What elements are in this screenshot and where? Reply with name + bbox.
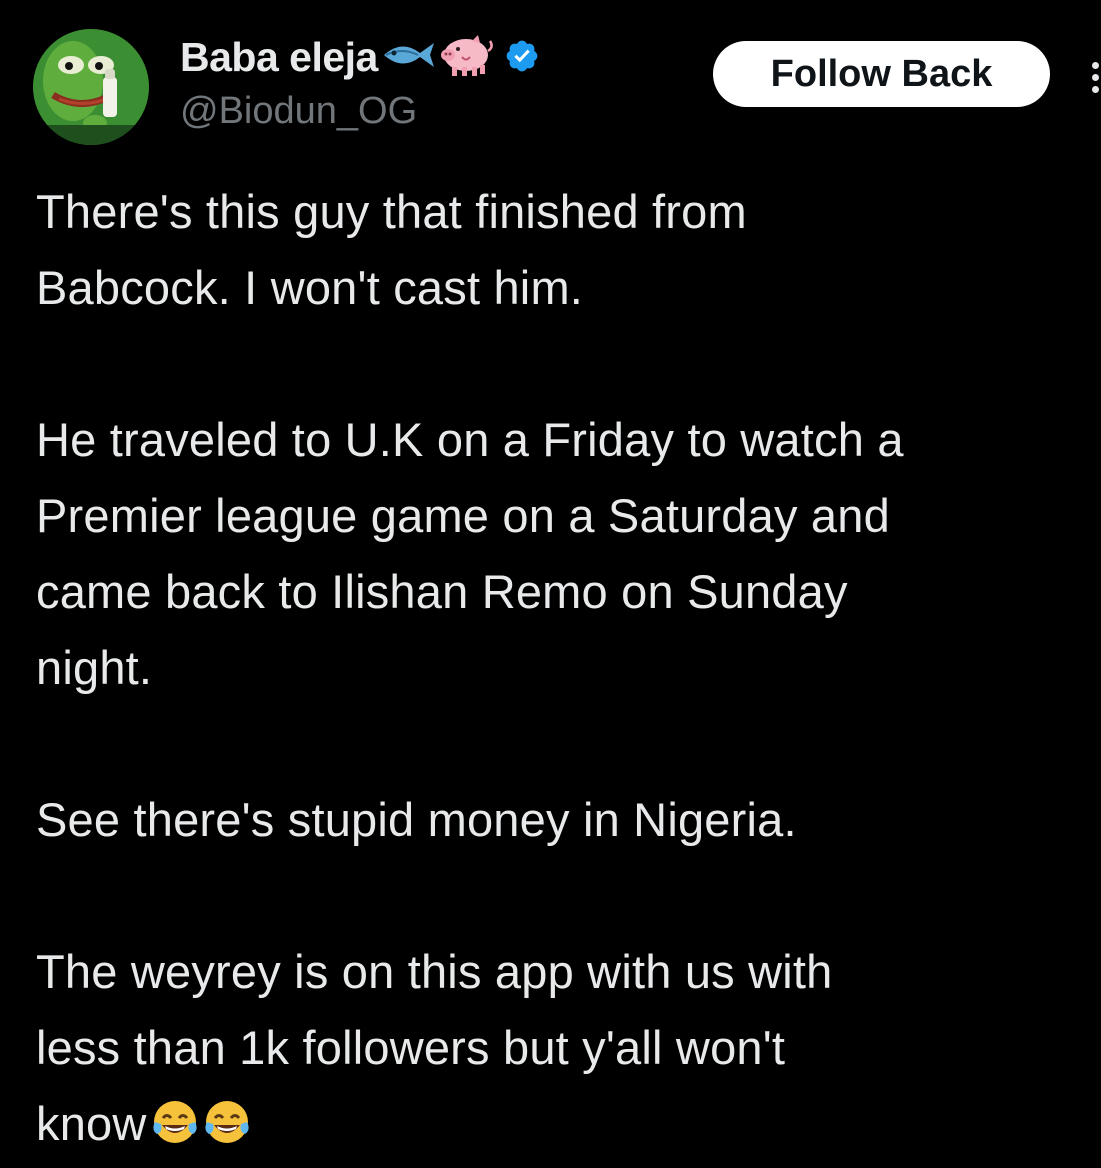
- pepe-frog-avatar-image: [33, 29, 149, 145]
- follow-back-button[interactable]: Follow Back: [713, 41, 1050, 107]
- verified-badge-icon: [504, 38, 540, 79]
- author-name-row[interactable]: Baba eleja: [180, 30, 540, 84]
- fish-emoji-icon: [380, 39, 436, 76]
- tweet-paragraph: He traveled to U.K on a Friday to watch …: [36, 413, 904, 694]
- pig-emoji-icon: [438, 33, 494, 82]
- tweet-paragraph: See there's stupid money in Nigeria.: [36, 793, 797, 846]
- author-handle[interactable]: @Biodun_OG: [180, 90, 540, 133]
- laughing-tears-emoji-icon: [151, 1092, 199, 1143]
- tweet-header: Baba eleja @Biodun_OG Follow Back: [0, 0, 1101, 160]
- tweet-paragraph-last: The weyrey is on this app with us with l…: [36, 934, 1101, 1162]
- more-options-icon[interactable]: [1088, 56, 1101, 96]
- laughing-tears-emoji-icon: [203, 1092, 251, 1143]
- avatar[interactable]: [33, 29, 149, 145]
- author-block: Baba eleja @Biodun_OG: [180, 30, 540, 133]
- tweet-text: There's this guy that finished from Babc…: [36, 174, 1101, 1162]
- display-name[interactable]: Baba eleja: [180, 34, 378, 81]
- tweet-paragraph: There's this guy that finished from Babc…: [36, 185, 747, 314]
